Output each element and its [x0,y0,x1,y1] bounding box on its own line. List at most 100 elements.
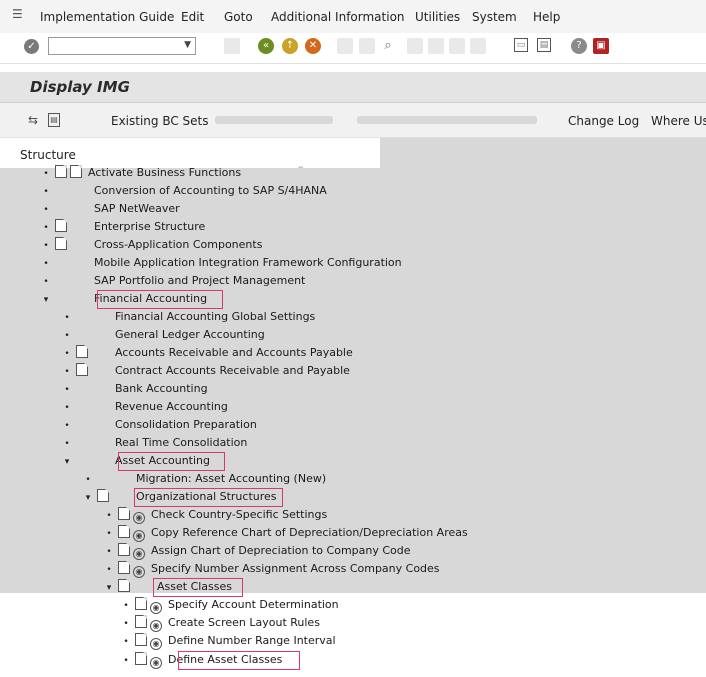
document-icon[interactable] [135,652,147,665]
back-icon[interactable]: « [258,38,274,54]
execute-icon[interactable]: ◉ [150,638,162,650]
collapse-icon[interactable]: ▾ [40,292,52,309]
tree-node-migration-asset-accounting[interactable]: • Migration: Asset Accounting (New) [82,470,326,487]
tree-node-general-ledger-accounting[interactable]: • General Ledger Accounting [61,326,264,345]
collapse-icon[interactable]: ▾ [82,490,94,507]
existing-bc-sets-button[interactable]: Existing BC Sets [111,114,209,128]
bullet-icon[interactable]: • [40,220,52,237]
bullet-icon[interactable]: • [103,508,115,525]
menu-icon[interactable]: ☰ [12,8,24,21]
menu-system[interactable]: System [472,10,517,24]
command-field[interactable]: ▼ [48,37,196,55]
bullet-icon[interactable]: • [103,544,115,561]
tree-node-specify-number-assignment[interactable]: • ◉ Specify Number Assignment Across Compa… [103,560,440,579]
change-log-button[interactable]: Change Log [568,114,639,128]
bullet-icon[interactable]: • [40,184,52,201]
document-icon[interactable] [55,237,67,250]
bullet-icon[interactable]: • [40,238,52,255]
bullet-icon[interactable]: • [61,346,73,363]
bullet-icon[interactable]: • [120,653,132,670]
bullet-icon[interactable]: • [40,274,52,291]
tree-node-ar-ap[interactable]: • Accounts Receivable and Accounts Payabl… [61,344,353,361]
tree-node-copy-reference-chart[interactable]: • ◉ Copy Reference Chart of Depreciation/D… [103,524,468,543]
document-icon[interactable] [76,345,88,358]
bullet-icon[interactable]: • [61,436,73,453]
menu-edit[interactable]: Edit [181,10,204,24]
bullet-icon[interactable]: • [61,418,73,435]
tree-node-sap-netweaver[interactable]: • SAP NetWeaver [40,200,179,219]
document-icon[interactable] [118,561,130,574]
bullet-icon[interactable]: • [40,166,52,183]
customize-icon[interactable]: ▣ [593,38,609,54]
bullet-icon[interactable]: • [61,364,73,381]
bullet-icon[interactable]: • [40,256,52,273]
menu-goto[interactable]: Goto [224,10,253,24]
tree-node-contract-ar-ap[interactable]: • Contract Accounts Receivable and Payabl… [61,362,350,379]
document-icon[interactable] [118,525,130,538]
menu-utilities[interactable]: Utilities [415,10,460,24]
bullet-icon[interactable]: • [61,400,73,417]
collapse-icon[interactable]: ▾ [61,454,73,471]
execute-icon[interactable]: ◉ [133,530,145,542]
collapse-icon[interactable]: ▾ [103,580,115,597]
command-input[interactable] [49,38,185,54]
find-next-icon[interactable]: ⌕ [380,38,396,54]
bullet-icon[interactable]: • [103,562,115,579]
menu-implementation-guide[interactable]: Implementation Guide [40,10,174,24]
execute-icon[interactable]: ◉ [133,512,145,524]
display-icon[interactable]: ▤ [537,38,551,52]
bullet-icon[interactable]: • [82,472,94,489]
check-icon[interactable]: ✓ [24,39,39,54]
bullet-icon[interactable]: • [61,382,73,399]
expand-icon[interactable]: ⇆ [28,113,38,127]
tree-node-revenue-accounting[interactable]: • Revenue Accounting [61,398,227,417]
tree-node-activate-business-functions[interactable]: • Activate Business Functions [40,164,241,181]
document-icon[interactable] [135,633,147,646]
document-icon[interactable] [118,507,130,520]
tree-node-check-country-specific-settings[interactable]: • ◉ Check Country-Specific Settings [103,506,327,525]
bullet-icon[interactable]: • [103,526,115,543]
tree-node-fa-global-settings[interactable]: • Financial Accounting Global Settings [61,308,315,325]
execute-icon[interactable]: ◉ [150,620,162,632]
execute-icon[interactable]: ◉ [133,566,145,578]
menu-additional-information[interactable]: Additional Information [271,10,405,24]
tree-node-define-number-range-interval[interactable]: • ◉ Define Number Range Interval [120,632,336,651]
bullet-icon[interactable]: • [61,328,73,345]
document-icon[interactable] [55,165,67,178]
bullet-icon[interactable]: • [40,202,52,219]
bullet-icon[interactable]: • [120,634,132,651]
execute-icon[interactable]: ◉ [150,602,162,614]
tree-node-create-screen-layout-rules[interactable]: • ◉ Create Screen Layout Rules [120,614,320,633]
where-used-button[interactable]: Where Us [651,114,706,128]
execute-icon[interactable]: ◉ [150,657,162,669]
document-icon[interactable] [118,543,130,556]
tree-node-bank-accounting[interactable]: • Bank Accounting [61,380,207,399]
document-icon[interactable]: ▤ [48,113,60,127]
execute-icon[interactable]: ◉ [133,548,145,560]
tree-node-sap-portfolio-project-management[interactable]: • SAP Portfolio and Project Management [40,272,305,289]
document-icon[interactable] [97,489,109,502]
document-icon[interactable] [70,165,82,178]
bullet-icon[interactable]: • [61,310,73,327]
document-icon[interactable] [76,363,88,376]
exit-icon[interactable]: ↑ [282,38,298,54]
tree-node-specify-account-determination[interactable]: • ◉ Specify Account Determination [120,596,339,615]
tree-node-real-time-consolidation[interactable]: • Real Time Consolidation [61,434,247,451]
cancel-icon[interactable]: ✕ [305,38,321,54]
tree-node-assign-chart-of-depreciation[interactable]: • ◉ Assign Chart of Depreciation to Compan… [103,542,411,561]
document-icon[interactable] [135,615,147,628]
bullet-icon[interactable]: • [120,598,132,615]
menu-help[interactable]: Help [533,10,560,24]
help-icon[interactable]: ? [571,38,587,54]
tree-node-mobile-application-integration[interactable]: • Mobile Application Integration Framewor… [40,254,401,273]
document-icon[interactable] [135,597,147,610]
layout-icon[interactable]: ▭ [514,38,528,52]
document-icon[interactable] [55,219,67,232]
chevron-down-icon[interactable]: ▼ [184,40,191,50]
tree-node-consolidation-preparation[interactable]: • Consolidation Preparation [61,416,256,435]
bullet-icon[interactable]: • [120,616,132,633]
document-icon[interactable] [118,579,130,592]
tree-node-enterprise-structure[interactable]: • Enterprise Structure [40,218,205,235]
tree-node-conversion-accounting[interactable]: • Conversion of Accounting to SAP S/4HANA [40,182,326,201]
tree-node-cross-application-components[interactable]: • Cross-Application Components [40,236,262,253]
